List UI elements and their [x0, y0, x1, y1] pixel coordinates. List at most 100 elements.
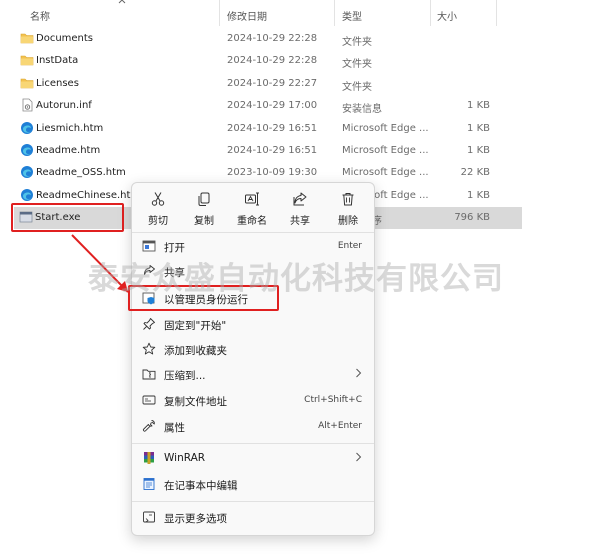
file-type: 安装信息 [342, 104, 382, 115]
menu-item-label: 压缩到... [164, 370, 206, 382]
run-as-admin-highlight [128, 285, 279, 311]
menu-separator [132, 443, 374, 444]
edge-icon [21, 166, 33, 178]
file-type: 文件夹 [342, 82, 372, 93]
menu-item-properties[interactable]: 属性 Alt+Enter [136, 415, 370, 437]
menu-item-label: 属性 [164, 422, 185, 434]
scissors-icon [151, 192, 165, 206]
file-date: 2023-10-09 19:30 [227, 167, 318, 178]
menu-item-label: 复制文件地址 [164, 396, 227, 408]
menu-item-shortcut: Enter [337, 241, 362, 251]
menu-separator [132, 501, 374, 502]
file-row-liesmich[interactable]: Liesmich.htm 2024-10-29 16:51 Microsoft … [0, 118, 609, 140]
file-date: 2024-10-29 16:51 [227, 145, 318, 156]
more-options-icon [143, 511, 155, 523]
share-button[interactable]: 共享 [280, 191, 320, 229]
open-app-icon [142, 240, 156, 252]
menu-item-add-favorites[interactable]: 添加到收藏夹 [136, 338, 370, 360]
file-date: 2024-10-29 16:51 [227, 123, 318, 134]
menu-item-label: 固定到"开始" [164, 320, 227, 332]
pin-icon [143, 318, 155, 330]
notepad-icon [143, 478, 155, 490]
menu-item-notepad[interactable]: 在记事本中编辑 [136, 473, 370, 495]
rename-button[interactable]: 重命名 [232, 191, 272, 229]
file-name: InstData [36, 55, 79, 66]
column-header-type[interactable]: 类型 [342, 8, 362, 23]
folder-icon [20, 78, 34, 89]
file-type: Microsoft Edge ... [342, 123, 429, 134]
file-type: Microsoft Edge ... [342, 167, 429, 178]
menu-item-open[interactable]: 打开 Enter [136, 235, 370, 257]
cut-label: 剪切 [148, 216, 168, 227]
file-row-licenses[interactable]: Licenses 2024-10-29 22:27 文件夹 [0, 73, 609, 95]
file-size: 1 KB [467, 123, 490, 134]
file-name: Readme.htm [36, 145, 101, 156]
menu-item-label: 显示更多选项 [164, 513, 227, 525]
column-header-size[interactable]: 大小 [437, 8, 457, 23]
file-size: 796 KB [454, 212, 490, 223]
file-name: Licenses [36, 78, 79, 89]
share-icon [144, 265, 155, 275]
delete-label: 删除 [338, 216, 358, 227]
file-row-readme[interactable]: Readme.htm 2024-10-29 16:51 Microsoft Ed… [0, 140, 609, 162]
copy-button[interactable]: 复制 [184, 191, 224, 229]
menu-item-winrar[interactable]: WinRAR [136, 447, 370, 469]
column-divider[interactable] [496, 0, 497, 26]
folder-icon [20, 55, 34, 66]
copy-icon [198, 192, 210, 206]
edge-icon [21, 144, 33, 156]
zip-folder-icon [142, 369, 156, 380]
file-size: 1 KB [467, 100, 490, 111]
menu-item-compress[interactable]: 压缩到... [136, 363, 370, 385]
column-divider[interactable] [219, 0, 220, 26]
menu-item-more-options[interactable]: 显示更多选项 [136, 506, 370, 528]
menu-item-pin-start[interactable]: 固定到"开始" [136, 313, 370, 335]
file-name: Documents [36, 33, 94, 44]
file-date: 2024-10-29 22:27 [227, 78, 318, 89]
chevron-right-icon [356, 452, 362, 462]
file-date: 2024-10-29 22:28 [227, 33, 318, 44]
file-size: 22 KB [460, 167, 490, 178]
column-header-modified[interactable]: 修改日期 [227, 8, 267, 23]
column-header-name[interactable]: 名称 [30, 8, 50, 23]
column-header-bar: 名称 修改日期 类型 大小 [0, 0, 609, 26]
sort-ascending-icon[interactable] [118, 0, 126, 4]
file-type: 文件夹 [342, 59, 372, 70]
column-divider[interactable] [334, 0, 335, 26]
file-name: Autorun.inf [36, 100, 92, 111]
file-date: 2024-10-29 22:28 [227, 55, 318, 66]
context-menu: 剪切 复制 重命名 共享 删除 打开 Enter 共享 以管理员身份运行 固定到… [131, 182, 375, 536]
file-row-autorun[interactable]: Autorun.inf 2024-10-29 17:00 安装信息 1 KB [0, 95, 609, 117]
share-label: 共享 [290, 216, 310, 227]
file-row-documents[interactable]: Documents 2024-10-29 22:28 文件夹 [0, 28, 609, 50]
delete-button[interactable]: 删除 [328, 191, 368, 229]
start-exe-highlight [11, 203, 124, 232]
menu-item-label: 打开 [164, 242, 185, 254]
menu-item-copy-path[interactable]: 复制文件地址 Ctrl+Shift+C [136, 389, 370, 411]
menu-item-shortcut: Alt+Enter [318, 421, 362, 431]
menu-item-label: 添加到收藏夹 [164, 345, 227, 357]
file-size: 1 KB [467, 145, 490, 156]
rename-label: 重命名 [237, 216, 267, 227]
menu-item-label: 在记事本中编辑 [164, 480, 238, 492]
file-row-instdata[interactable]: InstData 2024-10-29 22:28 文件夹 [0, 50, 609, 72]
file-name: Readme_OSS.htm [36, 167, 126, 178]
folder-icon [20, 33, 34, 44]
trash-icon [342, 193, 354, 206]
menu-item-share[interactable]: 共享 [136, 260, 370, 282]
file-size: 1 KB [467, 190, 490, 201]
edge-icon [21, 189, 33, 201]
share-icon [293, 192, 307, 206]
menu-item-label: 共享 [164, 267, 185, 279]
file-row-readme-oss[interactable]: Readme_OSS.htm 2023-10-09 19:30 Microsof… [0, 162, 609, 184]
setup-info-icon [22, 98, 33, 112]
file-name: ReadmeChinese.htm [36, 190, 141, 201]
cut-button[interactable]: 剪切 [138, 191, 178, 229]
column-divider[interactable] [430, 0, 431, 26]
copy-label: 复制 [194, 216, 214, 227]
file-type: 文件夹 [342, 37, 372, 48]
file-date: 2024-10-29 17:00 [227, 100, 318, 111]
menu-item-shortcut: Ctrl+Shift+C [304, 395, 362, 405]
chevron-right-icon [356, 368, 362, 378]
rename-icon [245, 192, 259, 206]
